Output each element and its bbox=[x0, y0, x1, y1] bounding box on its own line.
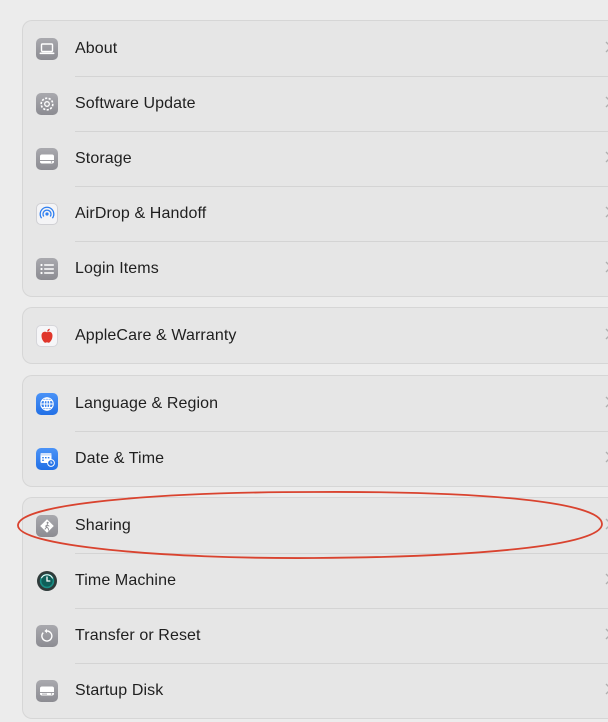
row-transfer-reset[interactable]: Transfer or Reset bbox=[23, 608, 608, 663]
gear-badge-icon bbox=[36, 92, 58, 115]
time-machine-icon bbox=[36, 570, 58, 592]
airdrop-icon bbox=[36, 202, 58, 225]
row-date-time[interactable]: Date & Time bbox=[23, 431, 608, 486]
reset-icon bbox=[36, 624, 58, 647]
row-label: Sharing bbox=[75, 516, 131, 534]
disk-icon bbox=[36, 147, 58, 170]
sharing-icon bbox=[36, 514, 58, 537]
laptop-icon bbox=[36, 37, 58, 60]
row-label: Startup Disk bbox=[75, 681, 164, 699]
apple-icon bbox=[36, 324, 58, 347]
startup-disk-icon bbox=[36, 679, 58, 702]
row-label: AirDrop & Handoff bbox=[75, 204, 207, 222]
row-label: Storage bbox=[75, 149, 132, 167]
settings-group-applecare: AppleCare & Warranty bbox=[22, 307, 608, 364]
row-label: Language & Region bbox=[75, 394, 219, 412]
row-label: Date & Time bbox=[75, 449, 165, 467]
globe-icon bbox=[36, 392, 58, 415]
row-applecare-warranty[interactable]: AppleCare & Warranty bbox=[23, 308, 608, 363]
row-label: Software Update bbox=[75, 94, 196, 112]
row-about[interactable]: About bbox=[23, 21, 608, 76]
settings-group-locale: Language & Region Date & Time bbox=[22, 375, 608, 487]
settings-general-page: About Software Update Storage AirDrop & … bbox=[0, 0, 608, 722]
row-label: About bbox=[75, 39, 118, 57]
row-language-region[interactable]: Language & Region bbox=[23, 376, 608, 431]
settings-group-system: About Software Update Storage AirDrop & … bbox=[22, 20, 608, 297]
row-login-items[interactable]: Login Items bbox=[23, 241, 608, 296]
row-airdrop-handoff[interactable]: AirDrop & Handoff bbox=[23, 186, 608, 241]
row-label: Time Machine bbox=[75, 571, 177, 589]
settings-group-sharing: Sharing Time Machine Transfer or Reset S… bbox=[22, 497, 608, 719]
row-label: Transfer or Reset bbox=[75, 626, 201, 644]
row-label: Login Items bbox=[75, 259, 159, 277]
row-label: AppleCare & Warranty bbox=[75, 326, 237, 344]
calendar-clock-icon bbox=[36, 447, 58, 470]
row-sharing[interactable]: Sharing bbox=[23, 498, 608, 553]
row-time-machine[interactable]: Time Machine bbox=[23, 553, 608, 608]
list-icon bbox=[36, 257, 58, 280]
row-startup-disk[interactable]: Startup Disk bbox=[23, 663, 608, 718]
row-software-update[interactable]: Software Update bbox=[23, 76, 608, 131]
row-storage[interactable]: Storage bbox=[23, 131, 608, 186]
